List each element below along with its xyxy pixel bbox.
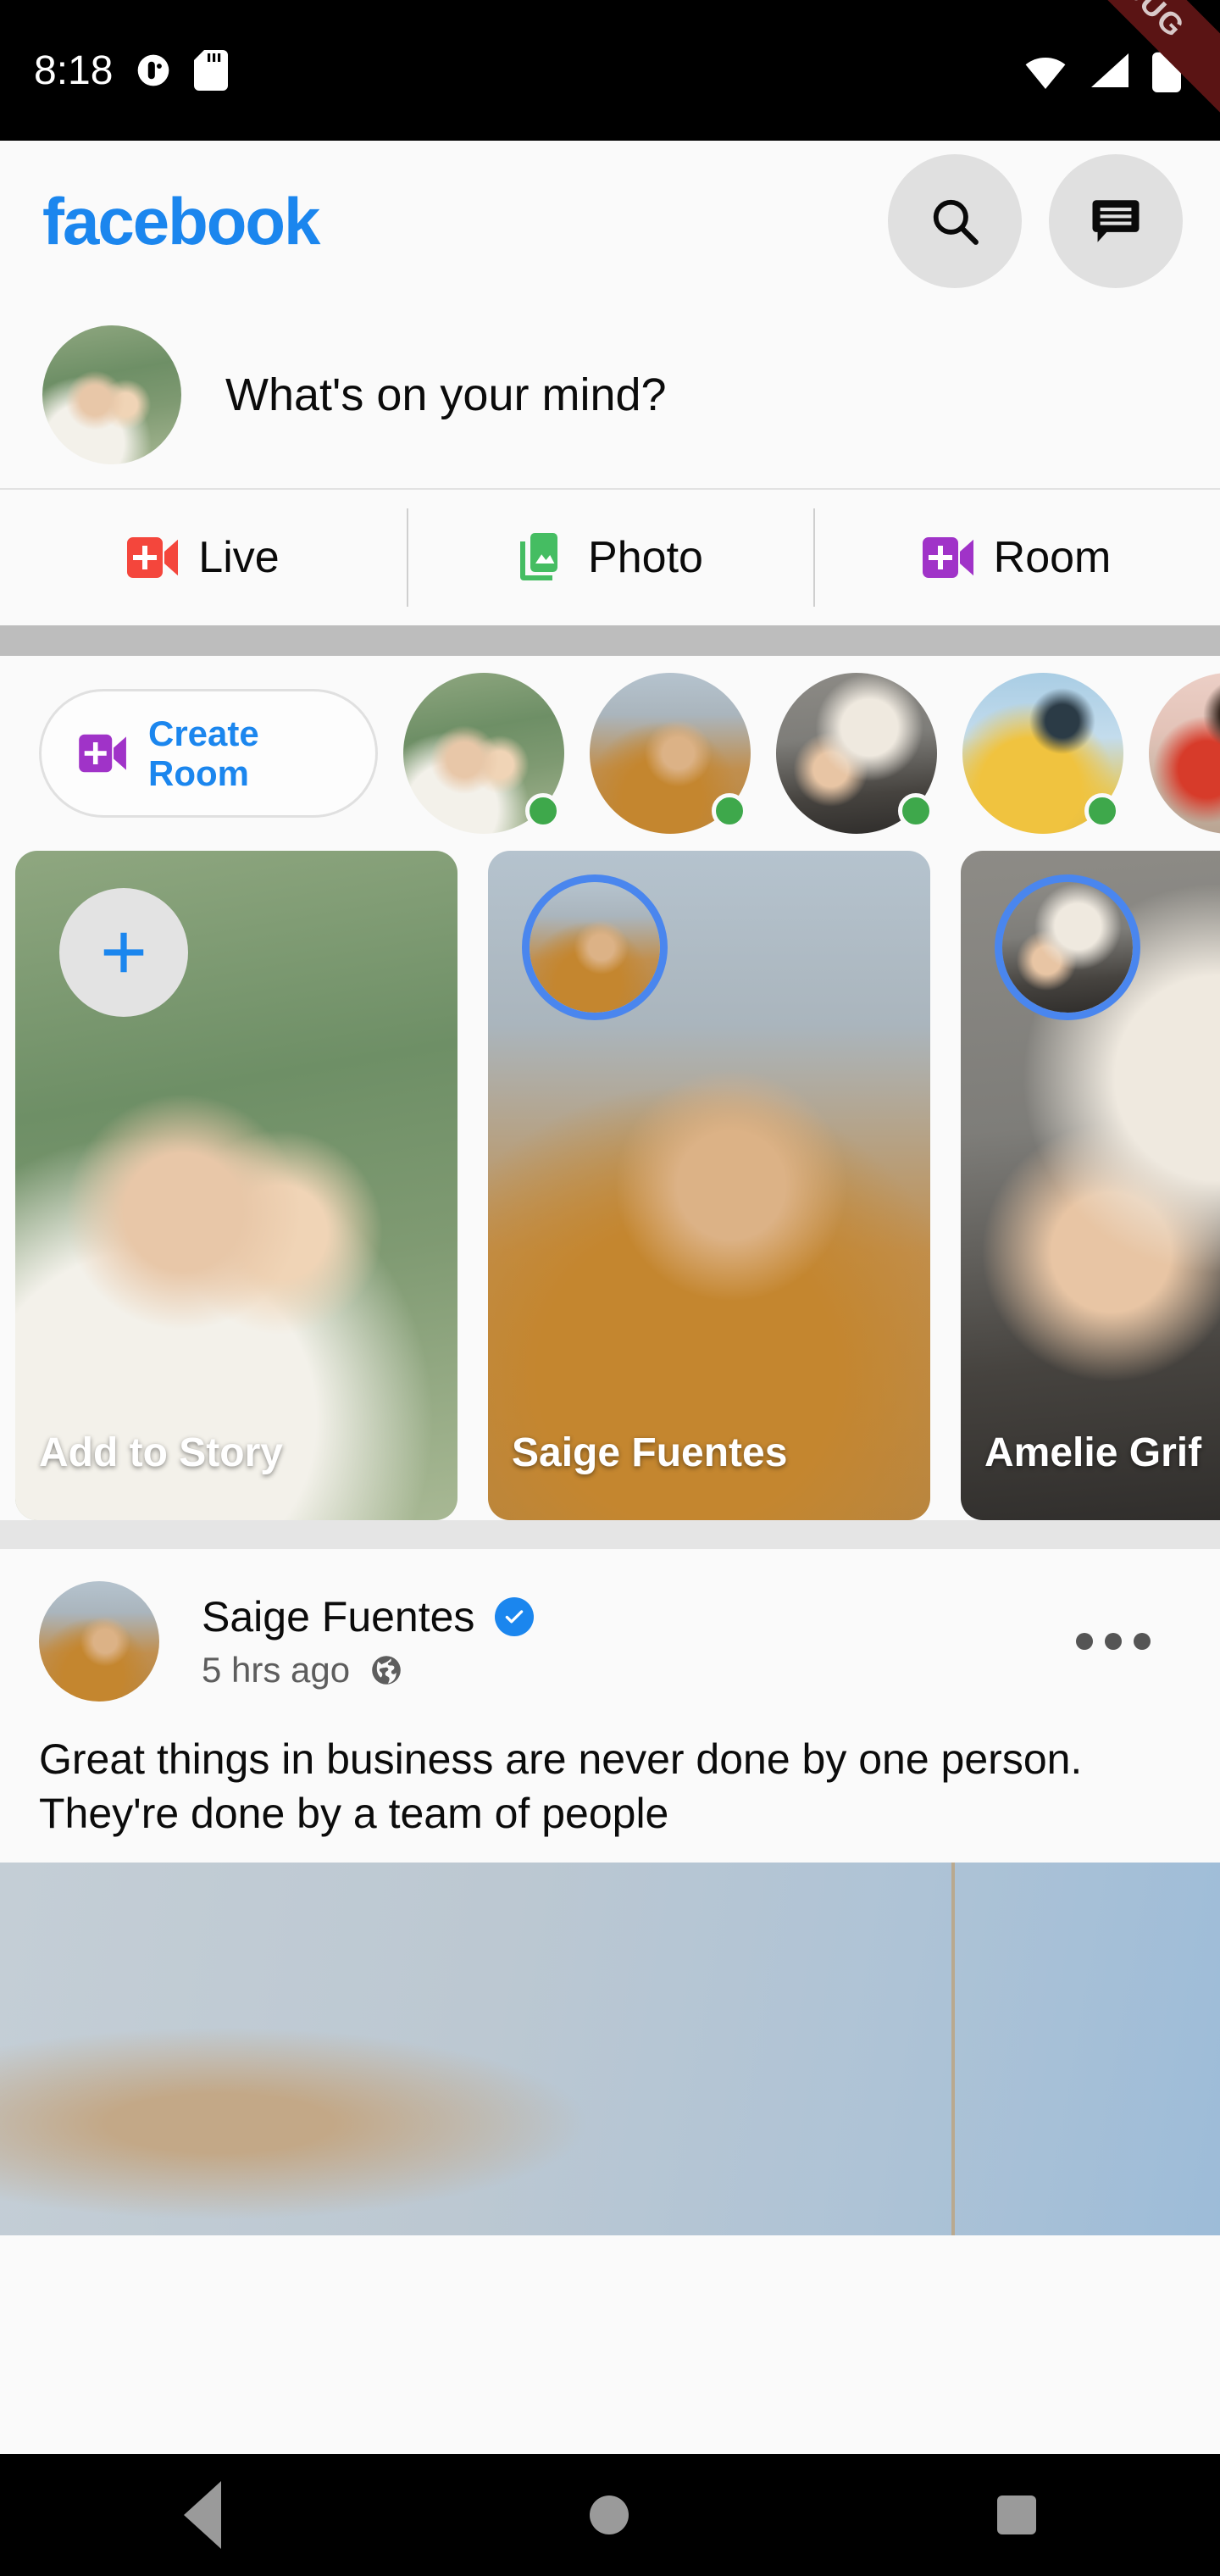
more-options-icon: [1105, 1633, 1122, 1650]
avatar: [1002, 882, 1133, 1013]
story-author-avatar[interactable]: [995, 874, 1140, 1020]
app-header: facebook: [0, 141, 1220, 302]
online-friend-avatar[interactable]: [590, 673, 751, 834]
action-live[interactable]: Live: [0, 490, 407, 625]
status-bar-right: [1022, 48, 1186, 92]
action-photo-label: Photo: [588, 533, 703, 582]
section-divider-2: [0, 1520, 1220, 1549]
plus-icon: [103, 932, 144, 973]
post-options-button[interactable]: [1045, 1607, 1181, 1675]
post-body-text: Great things in business are never done …: [39, 1735, 1083, 1837]
online-friend-avatar[interactable]: [962, 673, 1123, 834]
search-icon: [933, 199, 979, 245]
create-room-line2: Room: [148, 753, 249, 793]
create-room-label: Create Room: [148, 713, 259, 793]
story-card-saige-fuentes[interactable]: Saige Fuentes: [488, 851, 930, 1520]
story-label: Saige Fuentes: [512, 1430, 788, 1475]
notification-icon: [138, 54, 169, 86]
online-status-dot: [1084, 793, 1120, 829]
online-status-dot: [898, 793, 934, 829]
post-author-name-row: Saige Fuentes: [202, 1592, 535, 1641]
action-live-label: Live: [198, 533, 280, 582]
composer-placeholder[interactable]: What's on your mind?: [225, 369, 667, 421]
online-status-dot: [525, 793, 561, 829]
room-video-icon: [922, 537, 973, 578]
globe-public-icon: [372, 1656, 401, 1685]
story-label: Add to Story: [39, 1430, 283, 1475]
section-divider-1: [0, 625, 1220, 656]
more-options-icon: [1134, 1633, 1151, 1650]
facebook-app-screen: 8:18 DEBUG facebook: [0, 0, 1220, 2576]
header-actions: [888, 154, 1183, 288]
composer-avatar[interactable]: [42, 325, 181, 464]
messenger-button[interactable]: [1049, 154, 1183, 288]
feed-post: Saige Fuentes 5 hrs ago Great things in …: [0, 1549, 1220, 2235]
avatar: [1149, 673, 1220, 834]
create-room-line1: Create: [148, 713, 259, 753]
sd-card-icon: [194, 50, 229, 91]
online-friend-avatar[interactable]: [1149, 673, 1220, 834]
story-card-amelie-griffin[interactable]: Amelie Grif: [961, 851, 1220, 1520]
android-navigation-bar: [0, 2454, 1220, 2576]
online-friend-avatar[interactable]: [403, 673, 564, 834]
avatar: [530, 882, 660, 1013]
home-circle-icon[interactable]: [589, 2496, 629, 2534]
composer-action-row: Live Photo Room: [0, 490, 1220, 625]
create-room-button[interactable]: Create Room: [39, 689, 378, 818]
online-status-dot: [712, 793, 747, 829]
check-icon: [506, 1610, 524, 1624]
rooms-and-online-row[interactable]: Create Room: [0, 656, 1220, 851]
status-bar-clock: 8:18: [34, 47, 114, 93]
photo-library-icon: [520, 533, 558, 580]
verified-badge-icon: [495, 1597, 535, 1636]
live-video-icon: [127, 537, 179, 578]
status-bar-left: 8:18: [34, 47, 229, 94]
back-triangle-icon[interactable]: [184, 2481, 222, 2549]
post-author-name[interactable]: Saige Fuentes: [202, 1592, 474, 1641]
more-options-icon: [1076, 1633, 1093, 1650]
cellular-signal-icon: [1091, 53, 1128, 87]
post-header: Saige Fuentes 5 hrs ago: [0, 1549, 1220, 1702]
stories-carousel[interactable]: Add to Story Saige Fuentes Amelie Grif: [0, 851, 1220, 1520]
post-image[interactable]: [0, 1863, 1220, 2235]
action-photo[interactable]: Photo: [407, 490, 813, 625]
post-composer[interactable]: What's on your mind?: [0, 302, 1220, 490]
add-story-button[interactable]: [59, 888, 188, 1017]
room-video-icon: [79, 734, 126, 773]
story-card-add-to-story[interactable]: Add to Story: [15, 851, 458, 1520]
messenger-icon: [1092, 200, 1140, 242]
post-timestamp: 5 hrs ago: [202, 1650, 351, 1690]
search-button[interactable]: [888, 154, 1022, 288]
action-room[interactable]: Room: [813, 490, 1220, 625]
action-room-label: Room: [993, 533, 1112, 582]
post-meta-row: 5 hrs ago: [202, 1650, 534, 1690]
wifi-icon: [1025, 58, 1066, 89]
online-friend-avatar[interactable]: [776, 673, 937, 834]
story-author-avatar[interactable]: [522, 874, 668, 1020]
status-bar: 8:18 DEBUG: [0, 0, 1220, 141]
post-author-avatar[interactable]: [39, 1581, 159, 1702]
post-author-info: Saige Fuentes 5 hrs ago: [202, 1592, 535, 1690]
recents-square-icon[interactable]: [996, 2496, 1036, 2534]
facebook-logo[interactable]: facebook: [42, 188, 320, 254]
story-label: Amelie Grif: [984, 1430, 1202, 1475]
